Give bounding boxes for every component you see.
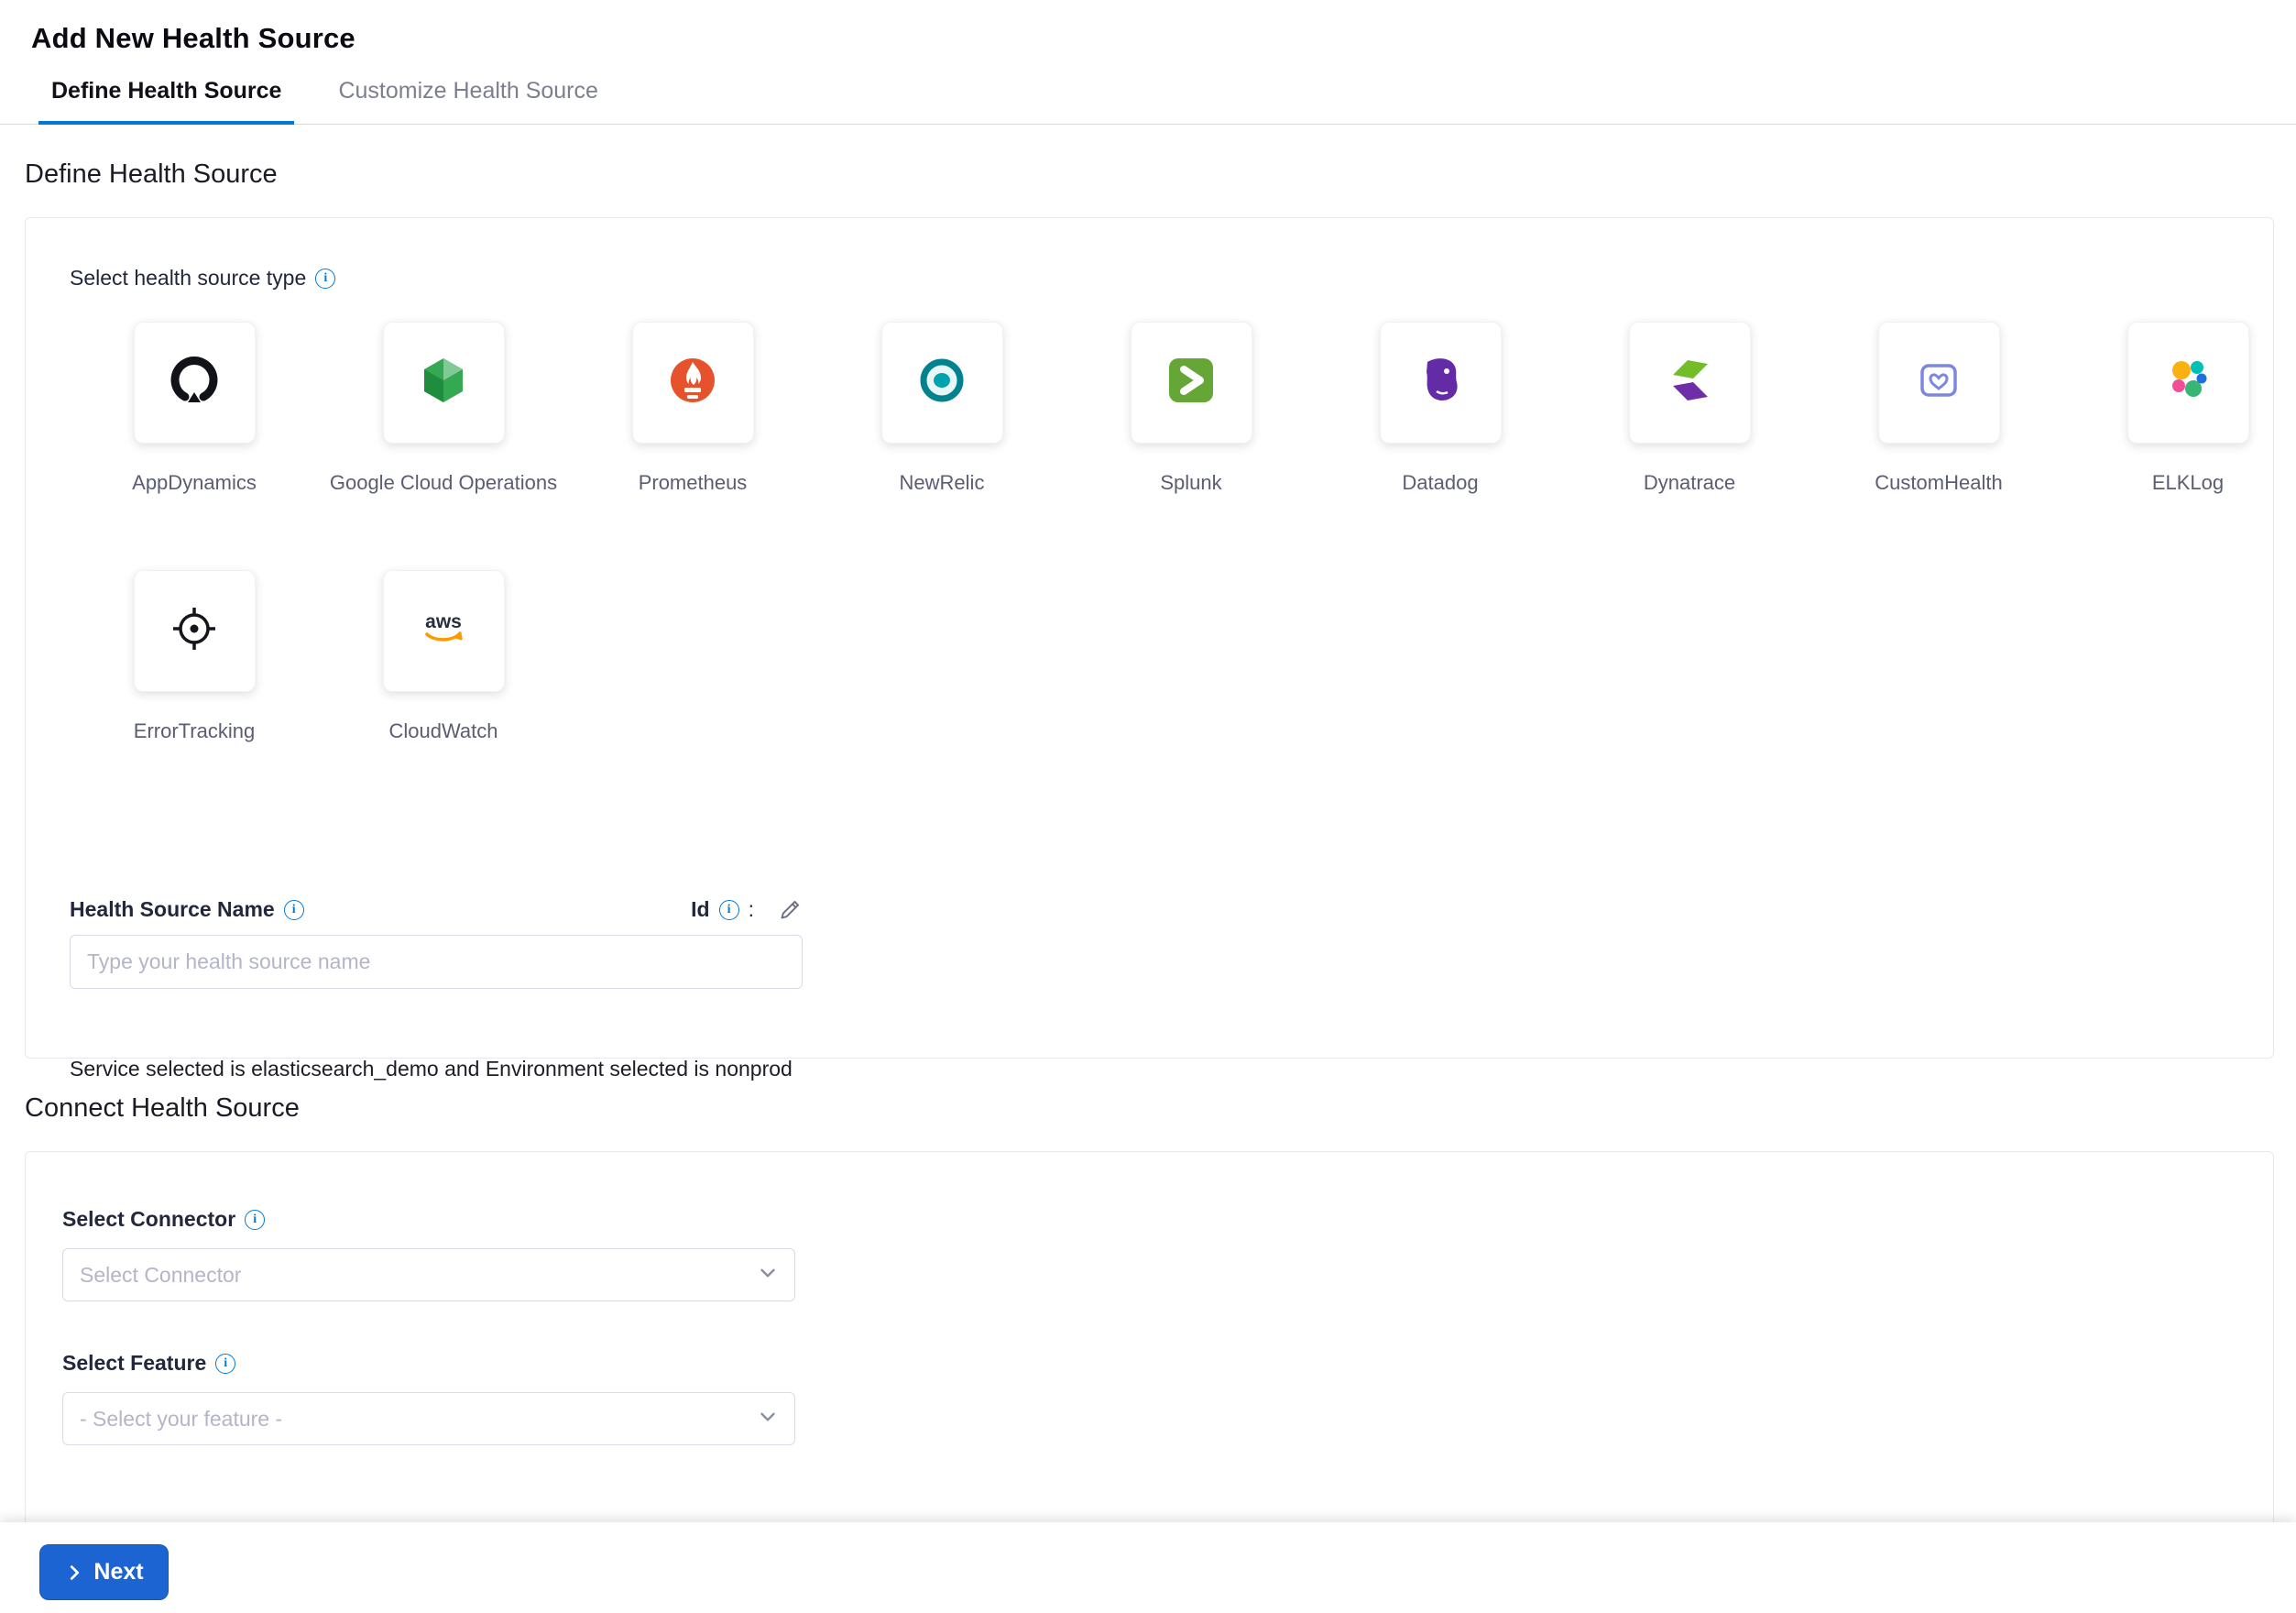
source-label: ErrorTracking (134, 719, 255, 743)
source-tile-splunk[interactable]: Splunk (1066, 322, 1316, 495)
footer-bar: Next (0, 1522, 2296, 1613)
health-source-type-grid: AppDynamics Google Cloud Operations (70, 322, 2296, 818)
define-health-source-panel: Select health source type i AppDynamics (25, 217, 2274, 1059)
chevron-right-icon (64, 1563, 84, 1583)
select-connector-label-row: Select Connector i (62, 1207, 2273, 1232)
datadog-tile-card (1380, 322, 1502, 444)
source-label: Google Cloud Operations (330, 471, 557, 495)
source-label: CloudWatch (388, 719, 497, 743)
tab-define-health-source[interactable]: Define Health Source (38, 78, 294, 125)
cloudwatch-aws-icon: aws (414, 599, 473, 663)
next-button-label: Next (93, 1559, 143, 1586)
tab-customize-health-source[interactable]: Customize Health Source (338, 78, 597, 125)
dynatrace-icon (1660, 351, 1719, 414)
source-tile-elklog[interactable]: ELKLog (2063, 322, 2296, 495)
health-source-name-info-icon[interactable]: i (284, 900, 304, 920)
connector-dropdown[interactable]: Select Connector (62, 1248, 795, 1301)
appdynamics-icon (165, 351, 224, 414)
feature-dropdown-placeholder: - Select your feature - (80, 1407, 282, 1432)
source-label: NewRelic (900, 471, 985, 495)
source-tile-errortracking[interactable]: ErrorTracking (70, 570, 319, 743)
edit-id-pencil-icon[interactable] (778, 897, 803, 922)
select-type-info-icon[interactable]: i (315, 269, 335, 289)
source-label: ELKLog (2152, 471, 2224, 495)
newrelic-tile-card (881, 322, 1003, 444)
source-tile-google-cloud-operations[interactable]: Google Cloud Operations (319, 322, 568, 495)
google-cloud-operations-tile-card (383, 322, 505, 444)
google-cloud-operations-icon (414, 351, 473, 414)
select-type-label: Select health source type (70, 266, 306, 291)
chevron-down-icon (756, 1405, 780, 1433)
elklog-icon (2159, 351, 2217, 414)
select-type-label-row: Select health source type i (70, 266, 2273, 291)
source-tile-datadog[interactable]: Datadog (1316, 322, 1565, 495)
errortracking-icon (165, 599, 224, 663)
customhealth-tile-card (1878, 322, 2000, 444)
source-tile-customhealth[interactable]: CustomHealth (1814, 322, 2063, 495)
connect-section-heading: Connect Health Source (25, 1093, 2296, 1124)
health-source-name-label-group: Health Source Name i (70, 897, 304, 922)
source-tile-appdynamics[interactable]: AppDynamics (70, 322, 319, 495)
select-connector-label: Select Connector (62, 1207, 235, 1232)
select-feature-label-row: Select Feature i (62, 1351, 2273, 1376)
svg-text:aws: aws (425, 611, 462, 632)
feature-dropdown[interactable]: - Select your feature - (62, 1392, 795, 1445)
prometheus-icon (663, 351, 722, 414)
elklog-tile-card (2127, 322, 2249, 444)
source-label: Prometheus (639, 471, 748, 495)
health-source-name-label: Health Source Name (70, 897, 275, 922)
define-section-heading: Define Health Source (25, 159, 2296, 190)
id-group: Id i : (691, 897, 803, 922)
select-feature-label: Select Feature (62, 1351, 206, 1376)
appdynamics-tile-card (134, 322, 256, 444)
id-colon: : (749, 897, 754, 922)
id-label: Id (691, 897, 709, 922)
tab-bar: Define Health Source Customize Health So… (0, 68, 2296, 125)
service-environment-text: Service selected is elasticsearch_demo a… (70, 1057, 2273, 1081)
chevron-down-icon (756, 1261, 780, 1289)
add-health-source-page: Add New Health Source Define Health Sour… (0, 0, 2296, 1613)
source-label: AppDynamics (132, 471, 257, 495)
page-header: Add New Health Source (0, 0, 2296, 68)
newrelic-icon (913, 351, 971, 414)
customhealth-icon (1909, 351, 1968, 414)
id-info-icon[interactable]: i (719, 900, 739, 920)
splunk-tile-card (1131, 322, 1252, 444)
connector-dropdown-placeholder: Select Connector (80, 1263, 241, 1288)
select-feature-info-icon[interactable]: i (215, 1354, 235, 1374)
health-source-name-row: Health Source Name i Id i : (70, 897, 803, 922)
source-tile-prometheus[interactable]: Prometheus (568, 322, 817, 495)
next-button[interactable]: Next (39, 1544, 169, 1600)
source-label: Splunk (1160, 471, 1221, 495)
source-label: CustomHealth (1875, 471, 2002, 495)
errortracking-tile-card (134, 570, 256, 692)
health-source-name-input[interactable] (70, 935, 803, 989)
source-tile-newrelic[interactable]: NewRelic (817, 322, 1066, 495)
prometheus-tile-card (632, 322, 754, 444)
cloudwatch-tile-card: aws (383, 570, 505, 692)
source-label: Dynatrace (1644, 471, 1735, 495)
page-title: Add New Health Source (31, 22, 2296, 55)
datadog-icon (1411, 351, 1470, 414)
source-label: Datadog (1402, 471, 1478, 495)
select-connector-info-icon[interactable]: i (245, 1210, 265, 1230)
splunk-icon (1162, 351, 1220, 414)
dynatrace-tile-card (1629, 322, 1751, 444)
source-tile-dynatrace[interactable]: Dynatrace (1565, 322, 1814, 495)
source-tile-cloudwatch[interactable]: aws CloudWatch (319, 570, 568, 743)
